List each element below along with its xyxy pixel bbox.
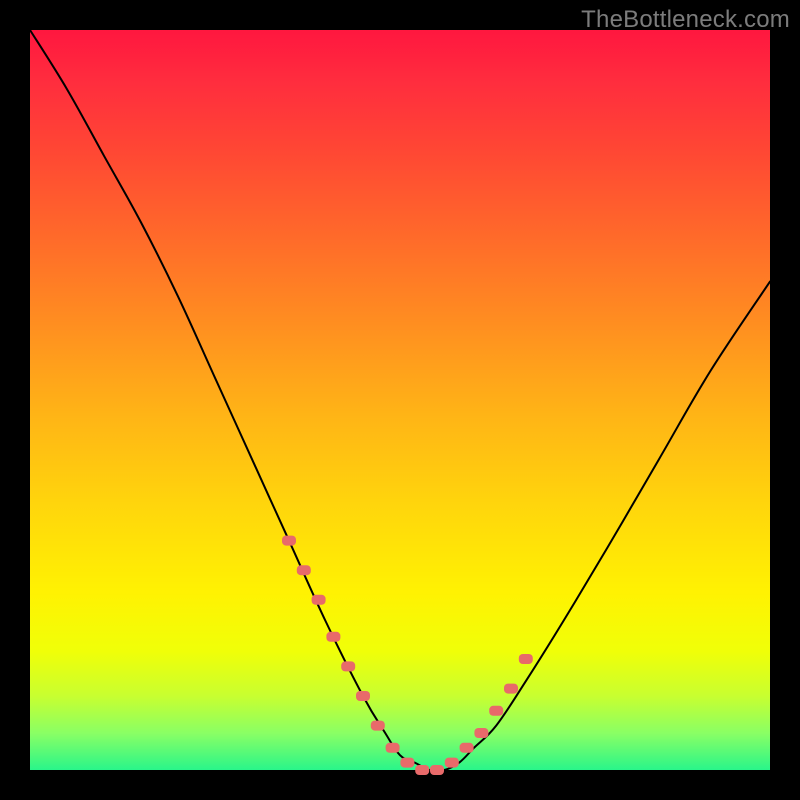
curve-marker: [400, 758, 414, 768]
curve-marker: [326, 632, 340, 642]
curve-marker: [445, 758, 459, 768]
curve-marker: [430, 765, 444, 775]
plot-area: [30, 30, 770, 770]
curve-marker: [474, 728, 488, 738]
curve-marker: [341, 661, 355, 671]
curve-marker: [460, 743, 474, 753]
chart-stage: TheBottleneck.com: [0, 0, 800, 800]
curve-marker: [504, 684, 518, 694]
bottleneck-curve: [30, 30, 770, 771]
curve-markers: [282, 536, 533, 775]
curve-marker: [297, 565, 311, 575]
curve-marker: [489, 706, 503, 716]
curve-marker: [282, 536, 296, 546]
curve-marker: [386, 743, 400, 753]
curve-marker: [519, 654, 533, 664]
curve-marker: [415, 765, 429, 775]
curve-marker: [356, 691, 370, 701]
curve-marker: [371, 721, 385, 731]
plot-svg: [30, 30, 770, 770]
curve-marker: [312, 595, 326, 605]
